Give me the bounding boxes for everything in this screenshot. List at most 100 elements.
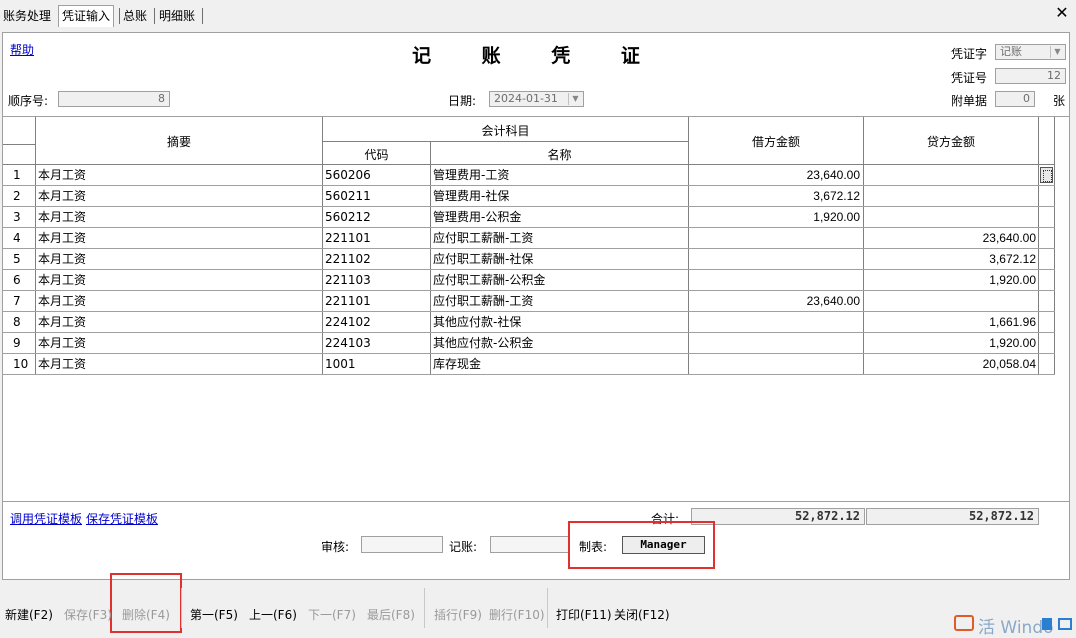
- credit-cell[interactable]: [865, 291, 1036, 311]
- post-field[interactable]: [490, 536, 570, 553]
- save-template-link[interactable]: 保存凭证模板: [86, 510, 158, 527]
- voucher-no-field[interactable]: 12: [995, 68, 1066, 84]
- debit-cell[interactable]: [690, 228, 860, 248]
- close-icon[interactable]: ✕: [1054, 5, 1070, 21]
- debit-cell[interactable]: [690, 354, 860, 374]
- tab-voucher-entry[interactable]: 凭证输入: [58, 5, 115, 27]
- tab-divider: [154, 8, 155, 24]
- chevron-down-icon[interactable]: ▼: [568, 93, 582, 105]
- credit-cell[interactable]: 1,920.00: [865, 333, 1036, 353]
- prev-button[interactable]: 上一(F6): [249, 606, 297, 623]
- summary-cell[interactable]: 本月工资: [38, 165, 320, 185]
- account-name-cell[interactable]: 管理费用-社保: [433, 186, 686, 206]
- account-name-cell[interactable]: 应付职工薪酬-工资: [433, 291, 686, 311]
- tab-divider: [202, 8, 203, 24]
- code-cell[interactable]: 1001: [325, 354, 428, 374]
- voucher-grid: 摘要 会计科目 代码 名称 借方金额 贷方金额 1 本月工资 560206 管理费用-…: [3, 116, 1069, 502]
- summary-cell[interactable]: 本月工资: [38, 333, 320, 353]
- voucher-panel: 帮助 记 账 凭 证 凭证字 记账 ▼ 凭证号 12 附单据 0 张 顺序号: …: [2, 32, 1070, 580]
- debit-cell[interactable]: 23,640.00: [690, 291, 860, 311]
- row-number: 8: [13, 315, 21, 329]
- code-cell[interactable]: 224103: [325, 333, 428, 353]
- code-cell[interactable]: 560211: [325, 186, 428, 206]
- code-cell[interactable]: 221101: [325, 291, 428, 311]
- summary-cell[interactable]: 本月工资: [38, 228, 320, 248]
- next-button[interactable]: 下一(F7): [308, 606, 356, 623]
- last-button[interactable]: 最后(F8): [367, 606, 415, 623]
- credit-cell[interactable]: 1,661.96: [865, 312, 1036, 332]
- debit-cell[interactable]: 1,920.00: [690, 207, 860, 227]
- credit-cell[interactable]: 23,640.00: [865, 228, 1036, 248]
- ime-logo-icon: [954, 615, 974, 631]
- summary-cell[interactable]: 本月工资: [38, 249, 320, 269]
- insert-row-button[interactable]: 插行(F9): [434, 606, 482, 623]
- code-cell[interactable]: 221101: [325, 228, 428, 248]
- tab-accounting[interactable]: 账务处理: [0, 6, 54, 26]
- account-name-cell[interactable]: 其他应付款-公积金: [433, 333, 686, 353]
- code-cell[interactable]: 560212: [325, 207, 428, 227]
- account-name-cell[interactable]: 管理费用-公积金: [433, 207, 686, 227]
- code-cell[interactable]: 221102: [325, 249, 428, 269]
- account-name-cell[interactable]: 管理费用-工资: [433, 165, 686, 185]
- seq-no-field[interactable]: 8: [58, 91, 170, 107]
- chevron-down-icon[interactable]: ▼: [1050, 46, 1064, 58]
- review-field[interactable]: [361, 536, 443, 553]
- seq-no-label: 顺序号:: [8, 94, 49, 108]
- header-credit: 贷方金额: [926, 135, 975, 149]
- date-label: 日期:: [448, 94, 477, 108]
- row-number: 1: [13, 168, 21, 182]
- credit-cell[interactable]: [865, 186, 1036, 206]
- summary-cell[interactable]: 本月工资: [38, 186, 320, 206]
- highlight-maker: [568, 521, 715, 569]
- ime-keyboard-icon[interactable]: [1058, 618, 1072, 630]
- summary-cell[interactable]: 本月工资: [38, 291, 320, 311]
- toolbar-divider: [181, 588, 182, 628]
- tab-detail-ledger[interactable]: 明细账: [156, 6, 198, 26]
- voucher-type-value: 记账: [1000, 45, 1022, 58]
- debit-cell[interactable]: [690, 270, 860, 290]
- account-name-cell[interactable]: 库存现金: [433, 354, 686, 374]
- credit-cell[interactable]: 1,920.00: [865, 270, 1036, 290]
- credit-cell[interactable]: 20,058.04: [865, 354, 1036, 374]
- delete-button[interactable]: 删除(F4): [122, 606, 170, 623]
- code-cell[interactable]: 560206: [325, 165, 428, 185]
- ime-toolbar[interactable]: 活 Windo: [950, 612, 1076, 638]
- tab-general-ledger[interactable]: 总账: [120, 6, 150, 26]
- new-button[interactable]: 新建(F2): [5, 606, 53, 623]
- delete-row-button[interactable]: 删行(F10): [489, 606, 545, 623]
- debit-cell[interactable]: 3,672.12: [690, 186, 860, 206]
- summary-cell[interactable]: 本月工资: [38, 270, 320, 290]
- account-name-cell[interactable]: 应付职工薪酬-公积金: [433, 270, 686, 290]
- header-name: 名称: [547, 148, 572, 162]
- debit-cell[interactable]: [690, 249, 860, 269]
- summary-cell[interactable]: 本月工资: [38, 354, 320, 374]
- account-name-cell[interactable]: 应付职工薪酬-工资: [433, 228, 686, 248]
- debit-cell[interactable]: 23,640.00: [690, 165, 860, 185]
- ime-mode-icon[interactable]: [1042, 618, 1052, 630]
- code-cell[interactable]: 224102: [325, 312, 428, 332]
- code-cell[interactable]: 221103: [325, 270, 428, 290]
- voucher-type-label: 凭证字: [951, 47, 988, 61]
- first-button[interactable]: 第一(F5): [190, 606, 238, 623]
- page-title: 记 账 凭 证: [412, 45, 662, 67]
- print-button[interactable]: 打印(F11): [556, 606, 612, 623]
- row-edit-button[interactable]: [1040, 167, 1053, 183]
- credit-cell[interactable]: [865, 207, 1036, 227]
- voucher-type-select[interactable]: 记账 ▼: [995, 44, 1066, 60]
- attachments-field[interactable]: 0: [995, 91, 1035, 107]
- account-name-cell[interactable]: 应付职工薪酬-社保: [433, 249, 686, 269]
- credit-cell[interactable]: 3,672.12: [865, 249, 1036, 269]
- close-button[interactable]: 关闭(F12): [614, 606, 670, 623]
- voucher-no-label: 凭证号: [951, 71, 988, 85]
- review-label: 审核:: [321, 540, 350, 554]
- date-picker[interactable]: 2024-01-31 ▼: [489, 91, 584, 107]
- account-name-cell[interactable]: 其他应付款-社保: [433, 312, 686, 332]
- debit-cell[interactable]: [690, 312, 860, 332]
- summary-cell[interactable]: 本月工资: [38, 312, 320, 332]
- summary-cell[interactable]: 本月工资: [38, 207, 320, 227]
- debit-cell[interactable]: [690, 333, 860, 353]
- use-template-link[interactable]: 调用凭证模板: [10, 510, 82, 527]
- credit-cell[interactable]: [865, 165, 1036, 185]
- save-button[interactable]: 保存(F3): [64, 606, 112, 623]
- row-number: 4: [13, 231, 21, 245]
